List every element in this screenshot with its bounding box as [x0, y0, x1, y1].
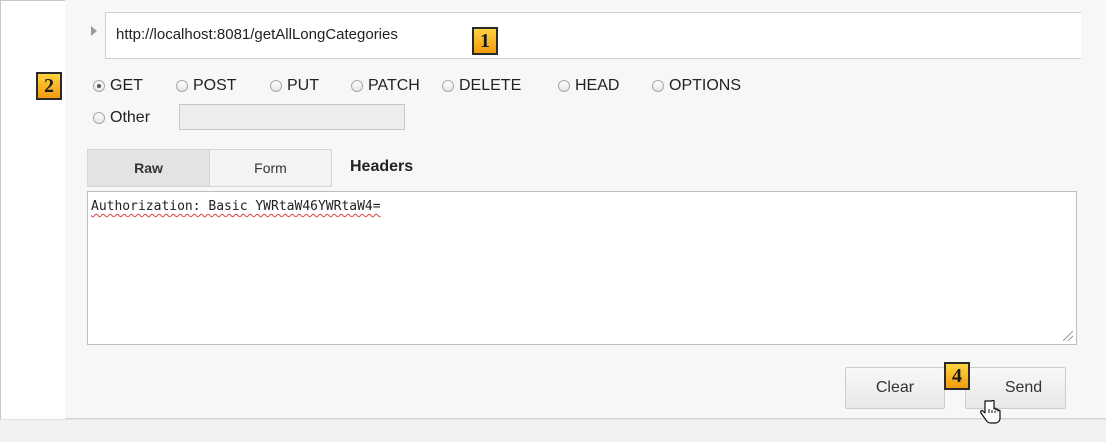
method-options[interactable]: OPTIONS — [652, 77, 741, 95]
tab-form[interactable]: Form — [209, 149, 332, 187]
radio-head-icon[interactable] — [558, 80, 570, 92]
headers-textarea[interactable]: Authorization: Basic YWRtaW46YWRtaW4= — [87, 191, 1077, 345]
url-value: http://localhost:8081/getAllLongCategori… — [116, 26, 398, 43]
radio-get-icon[interactable] — [93, 80, 105, 92]
method-label: POST — [193, 77, 237, 94]
radio-options-icon[interactable] — [652, 80, 664, 92]
radio-delete-icon[interactable] — [442, 80, 454, 92]
radio-put-icon[interactable] — [270, 80, 282, 92]
method-label: PUT — [287, 77, 319, 94]
bottom-strip — [0, 419, 1106, 442]
annotation-badge-4: 4 — [944, 362, 970, 390]
method-label: DELETE — [459, 77, 522, 94]
other-method-input[interactable] — [179, 104, 405, 130]
method-other[interactable]: Other — [93, 109, 150, 127]
method-patch[interactable]: PATCH — [351, 77, 420, 95]
method-label: Other — [110, 109, 151, 126]
radio-post-icon[interactable] — [176, 80, 188, 92]
headers-text: Authorization: Basic YWRtaW46YWRtaW4= — [91, 199, 381, 214]
radio-patch-icon[interactable] — [351, 80, 363, 92]
method-label: HEAD — [575, 77, 620, 94]
tab-raw[interactable]: Raw — [87, 149, 210, 187]
radio-other-icon[interactable] — [93, 112, 105, 124]
method-delete[interactable]: DELETE — [442, 77, 521, 95]
method-label: PATCH — [368, 77, 420, 94]
method-head[interactable]: HEAD — [558, 77, 619, 95]
method-label: GET — [110, 77, 143, 94]
method-post[interactable]: POST — [176, 77, 237, 95]
expand-arrow-icon[interactable] — [91, 26, 97, 36]
method-label: OPTIONS — [669, 77, 742, 94]
annotation-badge-1: 1 — [472, 27, 498, 55]
method-put[interactable]: PUT — [270, 77, 319, 95]
clear-button[interactable]: Clear — [845, 367, 945, 409]
hand-pointer-icon — [980, 400, 1001, 424]
headers-label: Headers — [350, 158, 414, 175]
annotation-badge-2: 2 — [36, 72, 62, 100]
url-input[interactable]: http://localhost:8081/getAllLongCategori… — [105, 12, 1081, 59]
method-get[interactable]: GET — [93, 77, 143, 95]
resize-grip-icon[interactable] — [1063, 331, 1073, 341]
